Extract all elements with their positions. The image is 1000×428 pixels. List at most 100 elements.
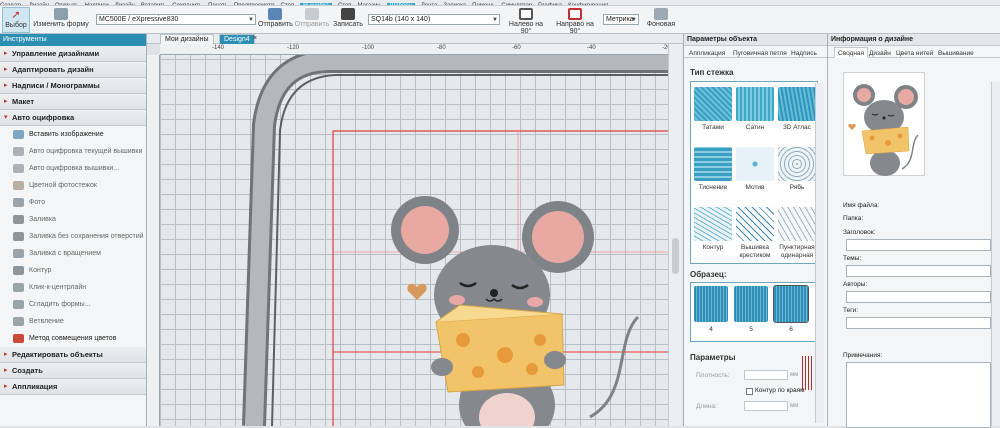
heart-motif bbox=[407, 283, 427, 300]
stitch-type-7-button[interactable] bbox=[736, 207, 774, 241]
mouse-cheek-right bbox=[527, 297, 543, 307]
info-field-label: Папка: bbox=[843, 215, 864, 222]
ribbon-toolbar: ➚ Выбор Изменить форму MC500E / eXpressi… bbox=[0, 6, 1000, 35]
change-shape-button[interactable]: Изменить форму bbox=[33, 7, 89, 33]
tool-item[interactable]: Ветвление bbox=[0, 313, 146, 330]
scroll-thumb[interactable] bbox=[672, 238, 679, 274]
tool-item[interactable]: Вставить изображение bbox=[0, 126, 146, 143]
info-field-input[interactable] bbox=[846, 362, 991, 428]
tool-item[interactable]: Цветной фотостежок bbox=[0, 177, 146, 194]
length-input[interactable] bbox=[744, 401, 788, 411]
change-shape-label: Изменить форму bbox=[33, 21, 89, 28]
length-label: Длина: bbox=[696, 403, 717, 410]
tool-item-label: Ветвление bbox=[29, 318, 64, 325]
tools-section[interactable]: Надписи / Монограммы bbox=[0, 78, 146, 94]
hoop-rotate-left-icon bbox=[519, 8, 533, 20]
stitch-type-2-button[interactable] bbox=[778, 87, 816, 121]
tool-item[interactable]: Заливка без сохранения отверстий bbox=[0, 228, 146, 245]
rotate-right-button[interactable]: Направо на 90° bbox=[550, 7, 600, 35]
send2-label: Отправить bbox=[294, 21, 330, 28]
tool-item[interactable]: Авто оцифровка текущей вышивки bbox=[0, 143, 146, 160]
info-panel-scrollbar[interactable] bbox=[991, 82, 1000, 426]
tab-buttonhole[interactable]: Пуговичная петля bbox=[729, 47, 791, 58]
tab-my-designs[interactable]: Мои дизайны bbox=[160, 34, 214, 44]
info-field-input[interactable] bbox=[846, 239, 991, 251]
ruler-tick-label: -80 bbox=[437, 45, 446, 51]
info-field-label: Имя файла: bbox=[843, 202, 880, 209]
ruler-tick-label: -140 bbox=[212, 45, 225, 51]
autodigitize-icon bbox=[13, 147, 24, 156]
density-input[interactable] bbox=[744, 370, 788, 380]
stitch-type-1-button[interactable] bbox=[736, 87, 774, 121]
object-panel-tabs: Аппликация Пуговичная петля Надпись bbox=[684, 46, 827, 58]
contour-checkbox[interactable] bbox=[746, 388, 753, 395]
stitch-type-4-button[interactable] bbox=[736, 147, 774, 181]
stitch-type-3-button[interactable] bbox=[694, 147, 732, 181]
tools-section[interactable]: Редактировать объекты bbox=[0, 347, 146, 363]
tool-item-label: Цветной фотостежок bbox=[29, 182, 97, 189]
background-button[interactable]: Фоновая bbox=[643, 7, 679, 33]
tab-summary[interactable]: Сводная bbox=[834, 47, 869, 58]
stitch-type-8-button[interactable] bbox=[778, 207, 816, 241]
tools-section[interactable]: Адаптировать дизайн bbox=[0, 62, 146, 78]
tools-section[interactable]: Создать bbox=[0, 363, 146, 379]
hoop-select[interactable]: SQ14b (140 x 140) ▼ bbox=[368, 14, 500, 25]
tools-sections: Управление дизайнамиАдаптировать дизайнН… bbox=[0, 46, 146, 126]
tool-item[interactable]: Сгладить формы... bbox=[0, 296, 146, 313]
fill-icon bbox=[13, 215, 24, 224]
send-disabled-button[interactable]: Отправить bbox=[294, 7, 330, 33]
tab-design[interactable]: Дизайн bbox=[865, 47, 895, 58]
info-field-input[interactable] bbox=[846, 265, 991, 277]
stitch-type-label: Тиснение bbox=[698, 184, 728, 191]
density-label: Плотность: bbox=[696, 372, 730, 379]
tab-applique[interactable]: Аппликация bbox=[685, 47, 729, 58]
tools-section[interactable]: Макет bbox=[0, 94, 146, 110]
design-canvas[interactable] bbox=[160, 55, 668, 426]
stitch-type-0-button[interactable] bbox=[694, 87, 732, 121]
tool-item[interactable]: Клик-к-центрлайн bbox=[0, 279, 146, 296]
stitch-type-5-button[interactable] bbox=[778, 147, 816, 181]
params-title: Параметры bbox=[690, 353, 736, 362]
tool-item-label: Заливка bbox=[29, 216, 56, 223]
tab-lettering[interactable]: Надпись bbox=[787, 47, 821, 58]
branch-icon bbox=[13, 317, 24, 326]
info-field-input[interactable] bbox=[846, 291, 991, 303]
canvas-scrollbar[interactable] bbox=[668, 44, 682, 426]
send-button[interactable]: Отправить bbox=[258, 7, 293, 33]
tab-design4[interactable]: Design4 bbox=[219, 34, 255, 44]
write-button[interactable]: Записать bbox=[332, 7, 364, 33]
tool-item[interactable]: Метод совмещения цветов bbox=[0, 330, 146, 347]
tool-item[interactable]: Контур bbox=[0, 262, 146, 279]
tab-stitching[interactable]: Вышивание bbox=[934, 47, 978, 58]
sample-6-button[interactable] bbox=[773, 285, 809, 323]
sample-4-button[interactable] bbox=[694, 286, 728, 322]
select-button[interactable]: ➚ Выбор bbox=[2, 7, 30, 33]
units-value: Метрика bbox=[606, 16, 634, 23]
tool-item[interactable]: Заливка с вращением bbox=[0, 245, 146, 262]
units-select[interactable]: Метрика ▼ bbox=[603, 14, 639, 25]
stitch-type-6-button[interactable] bbox=[694, 207, 732, 241]
length-unit: мм bbox=[790, 403, 799, 409]
tools-section[interactable]: Авто оцифровка bbox=[0, 110, 146, 126]
rotate-left-button[interactable]: Налево на 90° bbox=[504, 7, 548, 35]
machine-select[interactable]: MC500E / eXpressive830 ▼ bbox=[96, 14, 256, 25]
stitch-type-label: Сатин bbox=[745, 124, 765, 131]
tool-item[interactable]: Фото bbox=[0, 194, 146, 211]
tab-thread-colors[interactable]: Цвета нитей bbox=[892, 47, 937, 58]
stitch-type-label: Контур bbox=[702, 244, 724, 251]
stitch-type-label: Татами bbox=[702, 124, 724, 131]
photo-icon bbox=[13, 198, 24, 207]
outline-icon bbox=[13, 266, 24, 275]
object-panel-scrollbar[interactable] bbox=[815, 83, 824, 423]
tool-item-label: Авто оцифровка вышивки... bbox=[29, 165, 120, 172]
tool-item[interactable]: Авто оцифровка вышивки... bbox=[0, 160, 146, 177]
close-tab-icon[interactable]: × bbox=[253, 34, 257, 44]
tools-section[interactable]: Управление дизайнами bbox=[0, 46, 146, 62]
rotate-left-label: Налево на 90° bbox=[508, 21, 544, 35]
mouse-nose bbox=[490, 289, 498, 297]
send-disabled-icon bbox=[305, 8, 319, 20]
tools-section[interactable]: Аппликация bbox=[0, 379, 146, 395]
sample-5-button[interactable] bbox=[734, 286, 768, 322]
info-field-input[interactable] bbox=[846, 317, 991, 329]
tool-item[interactable]: Заливка bbox=[0, 211, 146, 228]
